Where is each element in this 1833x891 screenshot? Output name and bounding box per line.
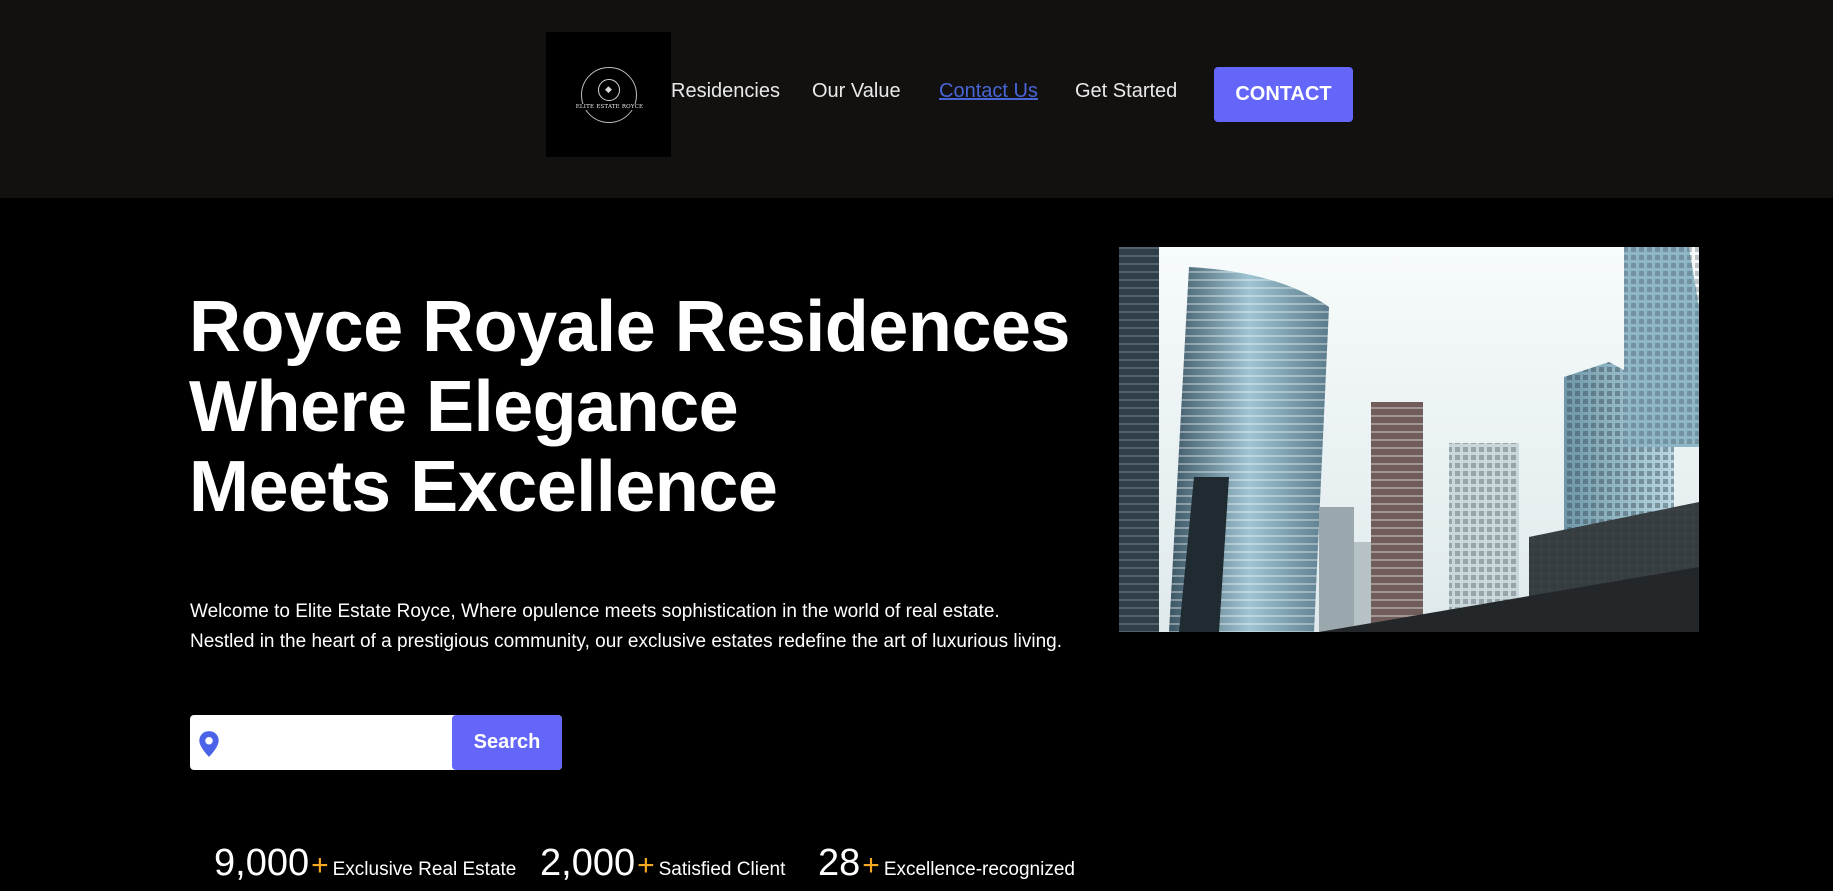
hero-description-line-2: Nestled in the heart of a prestigious co… <box>190 631 1062 652</box>
hero-title-line-1: Royce Royale Residences <box>189 287 1070 367</box>
nav-link-get-started[interactable]: Get Started <box>1075 80 1177 103</box>
brand-logo[interactable]: ◆ ELITE ESTATE ROYCE <box>546 32 671 157</box>
search-button[interactable]: Search <box>452 715 562 770</box>
stat-number: 2,000 <box>540 842 636 884</box>
stat-number: 9,000 <box>214 842 310 884</box>
logo-text: ELITE ESTATE ROYCE <box>569 103 650 110</box>
location-search-input[interactable] <box>228 723 438 762</box>
location-pin-icon <box>199 731 219 757</box>
hero-title: Royce Royale Residences Where Elegance M… <box>189 287 1070 527</box>
nav-link-contact-us[interactable]: Contact Us <box>939 80 1038 103</box>
hero-title-line-2: Where Elegance <box>189 367 739 447</box>
hero-description-line-1: Welcome to Elite Estate Royce, Where opu… <box>190 601 1000 622</box>
nav-link-our-value[interactable]: Our Value <box>812 80 901 103</box>
stat-excellence-recognized: 28 + Excellence-recognized <box>818 835 1075 891</box>
nav-link-residencies[interactable]: Residencies <box>671 80 780 103</box>
logo-emblem-icon: ◆ ELITE ESTATE ROYCE <box>569 66 650 123</box>
location-search: Search <box>190 715 562 770</box>
stat-number: 28 <box>818 842 861 884</box>
stat-exclusive-real-estate: 9,000 + Exclusive Real Estate <box>214 835 516 891</box>
hero-title-line-3: Meets Excellence <box>189 447 778 527</box>
contact-button[interactable]: CONTACT <box>1214 67 1353 122</box>
stat-satisfied-client: 2,000 + Satisfied Client <box>540 835 785 891</box>
site-header: ◆ ELITE ESTATE ROYCE Residencies Our Val… <box>0 0 1833 198</box>
hero-description: Welcome to Elite Estate Royce, Where opu… <box>190 597 1062 657</box>
hero-skyscrapers-image <box>1119 247 1699 632</box>
